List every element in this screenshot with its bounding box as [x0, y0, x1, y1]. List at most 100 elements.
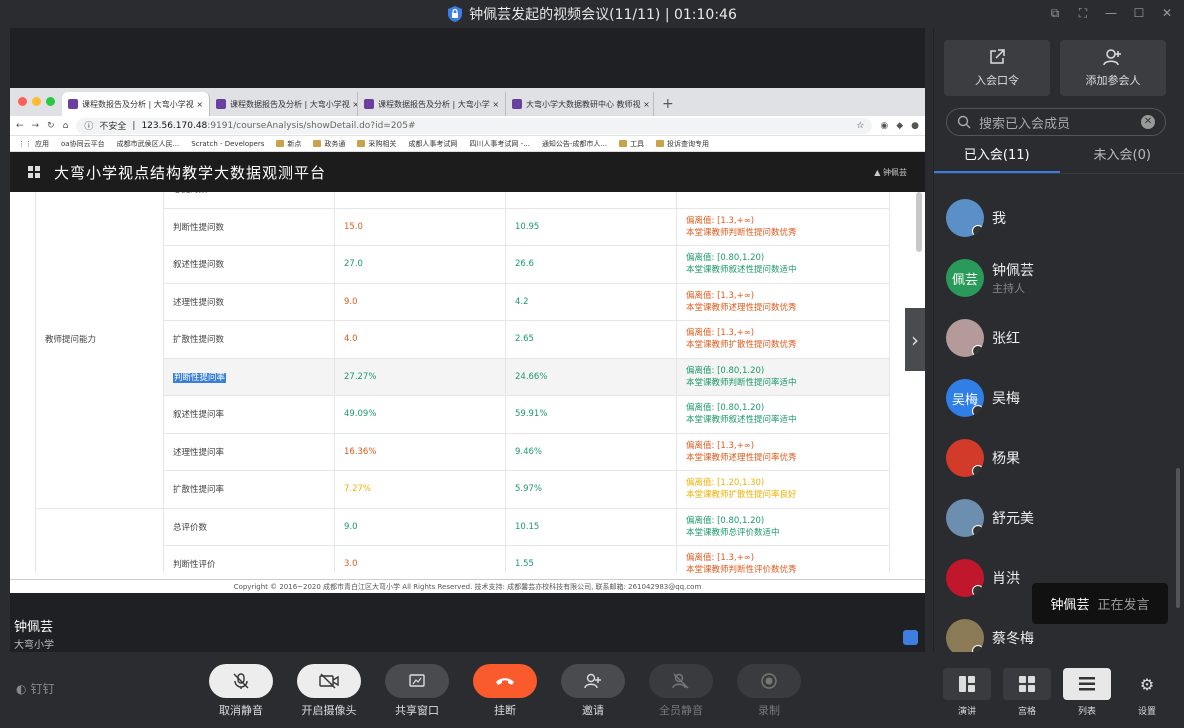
- metric-name: 扩散性提问率: [163, 470, 335, 509]
- entry-code-button[interactable]: 入会口令: [944, 40, 1050, 96]
- category-cell: 教师提问能力: [35, 192, 164, 509]
- member-item[interactable]: 佩芸 钟佩芸 主持人: [934, 248, 1184, 308]
- extension-icon[interactable]: ◉: [880, 121, 888, 131]
- tab-not-joined[interactable]: 未入会(0): [1060, 146, 1184, 173]
- next-page-button[interactable]: ›: [905, 308, 925, 371]
- fullscreen-icon[interactable]: ⛶: [1076, 6, 1090, 20]
- home-icon[interactable]: ⌂: [63, 121, 69, 131]
- add-user-icon: [584, 673, 601, 689]
- extension-icon[interactable]: ◆: [896, 121, 903, 131]
- metric-name: 总提问数: [163, 192, 335, 209]
- bookmark-item[interactable]: 工具: [619, 139, 644, 149]
- member-item[interactable]: 吴梅 吴梅: [934, 368, 1184, 428]
- forward-icon[interactable]: →: [32, 121, 40, 131]
- grid-view-button[interactable]: [1003, 668, 1051, 700]
- member-search-input[interactable]: 搜索已入会成员 ✕: [946, 108, 1166, 136]
- mute-all-button[interactable]: 全员静音: [649, 664, 713, 718]
- shared-screen: 课程数报告及分析 | 大弯小学视 × 课程数据报告及分析 | 大弯小学视 × 课…: [10, 28, 925, 652]
- browser-tab[interactable]: 课程数据报告及分析 | 大弯小学视 ×: [210, 92, 358, 116]
- profile-icon[interactable]: ●: [911, 121, 919, 131]
- clear-search-icon[interactable]: ✕: [1141, 115, 1155, 129]
- bookmark-item[interactable]: 投诉查询专用: [656, 139, 709, 149]
- teacher-value: 27.0: [334, 245, 506, 284]
- traffic-lights: [18, 97, 55, 106]
- invite-button[interactable]: 邀请: [561, 664, 625, 718]
- member-item[interactable]: 我: [934, 188, 1184, 248]
- bookmark-item[interactable]: 成都市武侯区人民...: [117, 139, 180, 149]
- bookmark-item[interactable]: 四川人事考试网 -...: [469, 139, 529, 149]
- avatar: [946, 439, 984, 477]
- table-row: 述理性提问率 16.36% 9.46% 偏离值: [1.3,+∞) 本堂课教师述理性提问…: [36, 432, 890, 471]
- member-role: 主持人: [992, 282, 1025, 295]
- record-button[interactable]: 录制: [737, 664, 801, 718]
- minimize-icon[interactable]: —: [1104, 6, 1118, 20]
- site-favicon-icon: [364, 99, 374, 109]
- bookmark-item[interactable]: ⋮⋮ 应用: [18, 139, 49, 149]
- grid-menu-icon[interactable]: [28, 166, 40, 178]
- meeting-toolbar: ◐ 钉钉 取消静音 开启摄像头 共享窗口 挂断 邀请 全员静音 录制 演讲 宫格…: [0, 652, 1184, 728]
- teacher-value: 27.27%: [334, 357, 506, 396]
- browser-tab[interactable]: 课程数据报告及分析 | 大弯小学 ×: [358, 92, 506, 116]
- apps-icon: ⋮⋮: [18, 139, 32, 148]
- list-view-button[interactable]: [1063, 668, 1111, 700]
- deviation-cell: 偏离值: [1.3,+∞) 本堂课教师判断性评价数优秀: [676, 545, 890, 573]
- site-header: 大弯小学视点结构教学大数据观测平台 ▲ 钟佩芸: [10, 152, 925, 192]
- shared-browser: 课程数报告及分析 | 大弯小学视 × 课程数据报告及分析 | 大弯小学视 × 课…: [10, 88, 925, 593]
- deviation-cell: 偏离值: [0.80,1.20) 本堂课教师总评价数适中: [676, 507, 890, 546]
- metric-name: 判断性评价: [163, 545, 335, 573]
- site-favicon-icon: [512, 99, 522, 109]
- star-icon[interactable]: ☆: [856, 121, 864, 131]
- url-field[interactable]: ⓘ 不安全 | 123.56.170.48:9191/courseAnalysi…: [76, 117, 873, 134]
- share-out-icon: [990, 49, 1005, 64]
- back-icon[interactable]: ←: [16, 121, 24, 131]
- member-name: 杨果: [992, 451, 1020, 467]
- folder-icon: [656, 140, 665, 147]
- dingtalk-icon: ◐: [16, 681, 27, 696]
- site-user[interactable]: ▲ 钟佩芸: [874, 167, 907, 178]
- settings-button[interactable]: ⚙: [1123, 668, 1171, 700]
- caption-icon[interactable]: [903, 630, 918, 645]
- camera-button[interactable]: 开启摄像头: [297, 664, 361, 718]
- new-tab-icon[interactable]: +: [654, 96, 682, 116]
- bookmark-item[interactable]: 采购相关: [357, 139, 396, 149]
- bookmark-item[interactable]: 通知公告-成都市人...: [542, 139, 607, 149]
- add-member-button[interactable]: 添加参会人: [1060, 40, 1166, 96]
- browser-tab[interactable]: 课程数报告及分析 | 大弯小学视 ×: [62, 92, 210, 116]
- metric-name: 扩散性提问数: [163, 320, 335, 359]
- list-layout-icon: [1079, 677, 1095, 691]
- page-scrollbar[interactable]: [916, 192, 922, 252]
- metric-name: 述理性提问数: [163, 282, 335, 321]
- browser-tabs: 课程数报告及分析 | 大弯小学视 × 课程数据报告及分析 | 大弯小学视 × 课…: [10, 88, 925, 116]
- member-name: 肖洪: [992, 571, 1020, 587]
- speaker-view-button[interactable]: [943, 668, 991, 700]
- bookmark-item[interactable]: oa协同云平台: [61, 139, 105, 149]
- browser-tab[interactable]: 大弯小学大数据教研中心 教师视 ×: [506, 92, 654, 116]
- bookmark-item[interactable]: 新点: [276, 139, 301, 149]
- share-window-button[interactable]: 共享窗口: [385, 664, 449, 718]
- metric-name: 判断性提问数: [163, 207, 335, 246]
- pip-icon[interactable]: ⧉: [1048, 6, 1062, 20]
- member-list-scrollbar[interactable]: [1176, 468, 1180, 608]
- site-favicon-icon: [216, 99, 226, 109]
- maximize-icon[interactable]: ☐: [1132, 6, 1146, 20]
- member-item[interactable]: 杨果: [934, 428, 1184, 488]
- bookmark-item[interactable]: 政务通: [313, 139, 345, 149]
- folder-icon: [357, 140, 366, 147]
- member-item[interactable]: 张红: [934, 308, 1184, 368]
- unmute-button[interactable]: 取消静音: [209, 664, 273, 718]
- folder-icon: [313, 140, 322, 147]
- chevron-right-icon: ›: [911, 327, 919, 352]
- avatar: [946, 559, 984, 597]
- hang-up-button[interactable]: 挂断: [473, 664, 537, 718]
- metric-name: 述理性提问率: [163, 432, 335, 471]
- reference-value: 9.46%: [505, 432, 677, 471]
- close-icon[interactable]: ✕: [1160, 6, 1174, 20]
- table-row: 总评价数 9.0 10.15 偏离值: [0.80,1.20) 本堂课教师总评价数适中: [35, 507, 890, 573]
- bookmark-item[interactable]: Scratch - Developers: [191, 140, 264, 148]
- reload-icon[interactable]: ↻: [47, 121, 55, 131]
- zoom-dot-icon: [46, 97, 55, 106]
- tab-joined[interactable]: 已入会(11): [934, 146, 1060, 173]
- shield-lock-icon: [448, 6, 463, 22]
- member-item[interactable]: 舒元美: [934, 488, 1184, 548]
- bookmark-item[interactable]: 成都人事考试网: [408, 139, 457, 149]
